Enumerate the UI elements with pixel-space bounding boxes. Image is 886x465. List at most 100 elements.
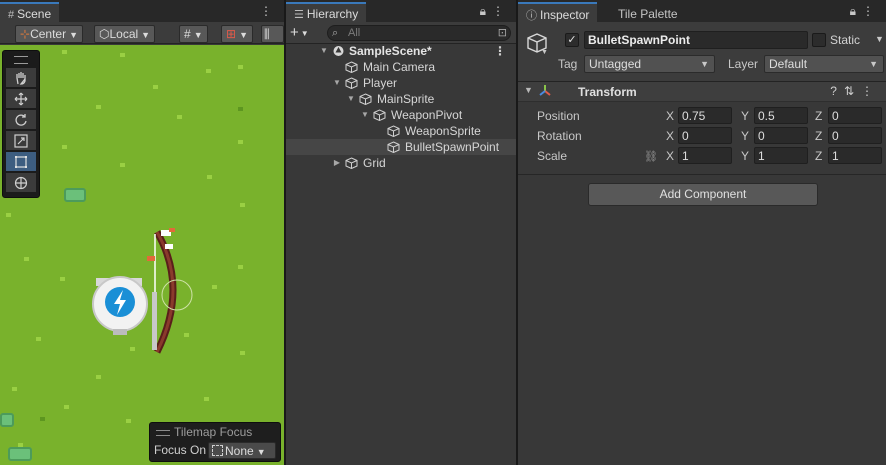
tab-inspector[interactable]: ⓘ Inspector	[518, 2, 598, 22]
tree-item-bulletspawnpoint[interactable]: BulletSpawnPoint	[286, 139, 516, 155]
menu-kebab-icon[interactable]: ⋮	[862, 4, 880, 18]
layer-dropdown[interactable]: Default ▼	[764, 55, 884, 73]
tree-item-mainsprite[interactable]: ▼ MainSprite	[286, 91, 516, 107]
pivot-rotation-dropdown[interactable]: ⬡Local ▼	[94, 25, 156, 43]
scene-viewport[interactable]: Tilemap Focus Focus On None ▼	[0, 45, 284, 465]
active-checkbox[interactable]: ✓	[565, 33, 579, 47]
grass-tile	[207, 175, 212, 179]
hierarchy-tree: ▼ SampleScene* ⋮ Main Camera ▼ Player ▼ …	[286, 43, 516, 171]
scale-x-field[interactable]: 1	[678, 147, 732, 164]
bow-sprite[interactable]	[145, 228, 195, 356]
focus-on-value: None	[225, 444, 254, 458]
presets-icon[interactable]: ⇅	[844, 84, 861, 98]
axis-y-label[interactable]: Y	[741, 129, 749, 143]
collapse-arrow-icon[interactable]: ▶	[332, 155, 342, 171]
component-title: Transform	[578, 85, 637, 99]
transform-tool-icon[interactable]	[6, 173, 36, 192]
tree-item-main-camera[interactable]: Main Camera	[286, 59, 516, 75]
axis-y-label[interactable]: Y	[741, 109, 749, 123]
rotation-y-field[interactable]: 0	[754, 127, 808, 144]
info-icon: ⓘ	[526, 10, 537, 22]
drag-handle-icon[interactable]	[156, 429, 170, 436]
grass-tile	[40, 417, 45, 421]
axis-z-label[interactable]: Z	[815, 109, 822, 123]
tree-item-weaponpivot[interactable]: ▼ WeaponPivot	[286, 107, 516, 123]
move-tool-icon[interactable]	[6, 89, 36, 108]
static-checkbox[interactable]	[812, 33, 826, 47]
tag-value: Untagged	[589, 57, 642, 71]
tab-hierarchy-label: Hierarchy	[306, 7, 359, 21]
scale-y-field[interactable]: 1	[754, 147, 808, 164]
axis-x-label[interactable]: X	[666, 129, 674, 143]
menu-kebab-icon[interactable]: ⋮	[492, 4, 510, 18]
expand-arrow-icon[interactable]: ▼	[319, 43, 329, 59]
tilemap-focus-title[interactable]: Tilemap Focus	[156, 425, 252, 439]
chevron-down-icon: ▼	[141, 30, 151, 40]
focus-on-label: Focus On	[154, 443, 207, 457]
expand-arrow-icon[interactable]: ▼	[346, 91, 356, 107]
tree-item-grid[interactable]: ▶ Grid	[286, 155, 516, 171]
palette-grip[interactable]	[14, 56, 28, 64]
list-icon: ☰	[294, 9, 304, 21]
grass-tile	[96, 105, 101, 109]
axis-x-label[interactable]: X	[666, 149, 674, 163]
tree-item-label: BulletSpawnPoint	[405, 140, 500, 154]
grass-tile	[238, 265, 243, 269]
object-name-field[interactable]: BulletSpawnPoint	[584, 31, 808, 49]
scale-tool-icon[interactable]	[6, 131, 36, 150]
rotation-x-field[interactable]: 0	[678, 127, 732, 144]
expand-arrow-icon[interactable]: ▼	[360, 107, 370, 123]
constrain-proportions-icon[interactable]: ⛓︎	[644, 150, 658, 163]
scene-menu-icon[interactable]: ⋮	[494, 43, 506, 59]
transform-component-header[interactable]: ▼ Transform ?⇅⋮	[518, 82, 886, 102]
tab-scene[interactable]: # Scene	[0, 2, 60, 22]
axis-x-label[interactable]: X	[666, 109, 674, 123]
tree-item-scene[interactable]: ▼ SampleScene* ⋮	[286, 43, 516, 59]
axis-z-label[interactable]: Z	[815, 129, 822, 143]
expand-arrow-icon[interactable]: ▼	[332, 75, 342, 91]
menu-kebab-icon[interactable]: ⋮	[861, 84, 880, 98]
player-sprite[interactable]	[92, 274, 148, 336]
fold-arrow-icon[interactable]: ▼	[524, 85, 533, 95]
hierarchy-toolbar: + ▼ ⌕ All ⊡	[286, 22, 516, 44]
grid-snap-button[interactable]: # ▼	[179, 25, 208, 43]
axis-y-label[interactable]: Y	[741, 149, 749, 163]
tag-dropdown[interactable]: Untagged ▼	[584, 55, 715, 73]
rect-tool-icon[interactable]	[6, 152, 36, 171]
scale-z-field[interactable]: 1	[828, 147, 882, 164]
help-icon[interactable]: ?	[830, 84, 844, 98]
tab-tile-palette[interactable]: Tile Palette	[610, 2, 686, 22]
pivot-mode-dropdown[interactable]: ⊹Center ▼	[15, 25, 84, 43]
tree-item-weaponsprite[interactable]: WeaponSprite	[286, 123, 516, 139]
increment-snap-button[interactable]: ⊞ ▼	[221, 25, 253, 43]
hierarchy-search-input[interactable]: ⌕ All ⊡	[327, 25, 511, 41]
position-x-field[interactable]: 0.75	[678, 107, 732, 124]
lock-icon[interactable]: 🔒︎	[480, 4, 492, 18]
chevron-down-icon[interactable]: ▼	[541, 49, 548, 56]
create-button[interactable]: + ▼	[290, 24, 309, 41]
hand-tool-icon[interactable]	[6, 68, 36, 87]
rotation-label: Rotation	[537, 129, 582, 143]
lock-icon[interactable]: 🔒︎	[850, 4, 862, 18]
scene-menu-icon[interactable]: ⋮	[260, 4, 278, 18]
axis-z-label[interactable]: Z	[815, 149, 822, 163]
position-y-field[interactable]: 0.5	[754, 107, 808, 124]
gameobject-cube-icon	[373, 109, 386, 121]
hierarchy-tab-icons: 🔒︎⋮	[480, 4, 510, 19]
rotate-tool-icon[interactable]	[6, 110, 36, 129]
chevron-down-icon[interactable]: ▼	[875, 34, 884, 44]
grass-tile	[240, 351, 245, 355]
tree-item-label: Player	[363, 76, 398, 90]
tab-hierarchy[interactable]: ☰ Hierarchy	[286, 2, 367, 22]
rotation-z-field[interactable]: 0	[828, 127, 882, 144]
tree-item-player[interactable]: ▼ Player	[286, 75, 516, 91]
chevron-down-icon: ▼	[869, 59, 878, 69]
focus-on-dropdown[interactable]: None ▼	[208, 442, 276, 459]
tag-label: Tag	[558, 57, 578, 71]
position-z-field[interactable]: 0	[828, 107, 882, 124]
grass-tile	[238, 65, 243, 69]
toolbar-overflow-button[interactable]: ⫼	[261, 25, 284, 43]
filter-icon[interactable]: ⊡	[498, 26, 507, 40]
add-component-button[interactable]: Add Component	[588, 183, 818, 206]
grass-tile	[212, 285, 217, 289]
